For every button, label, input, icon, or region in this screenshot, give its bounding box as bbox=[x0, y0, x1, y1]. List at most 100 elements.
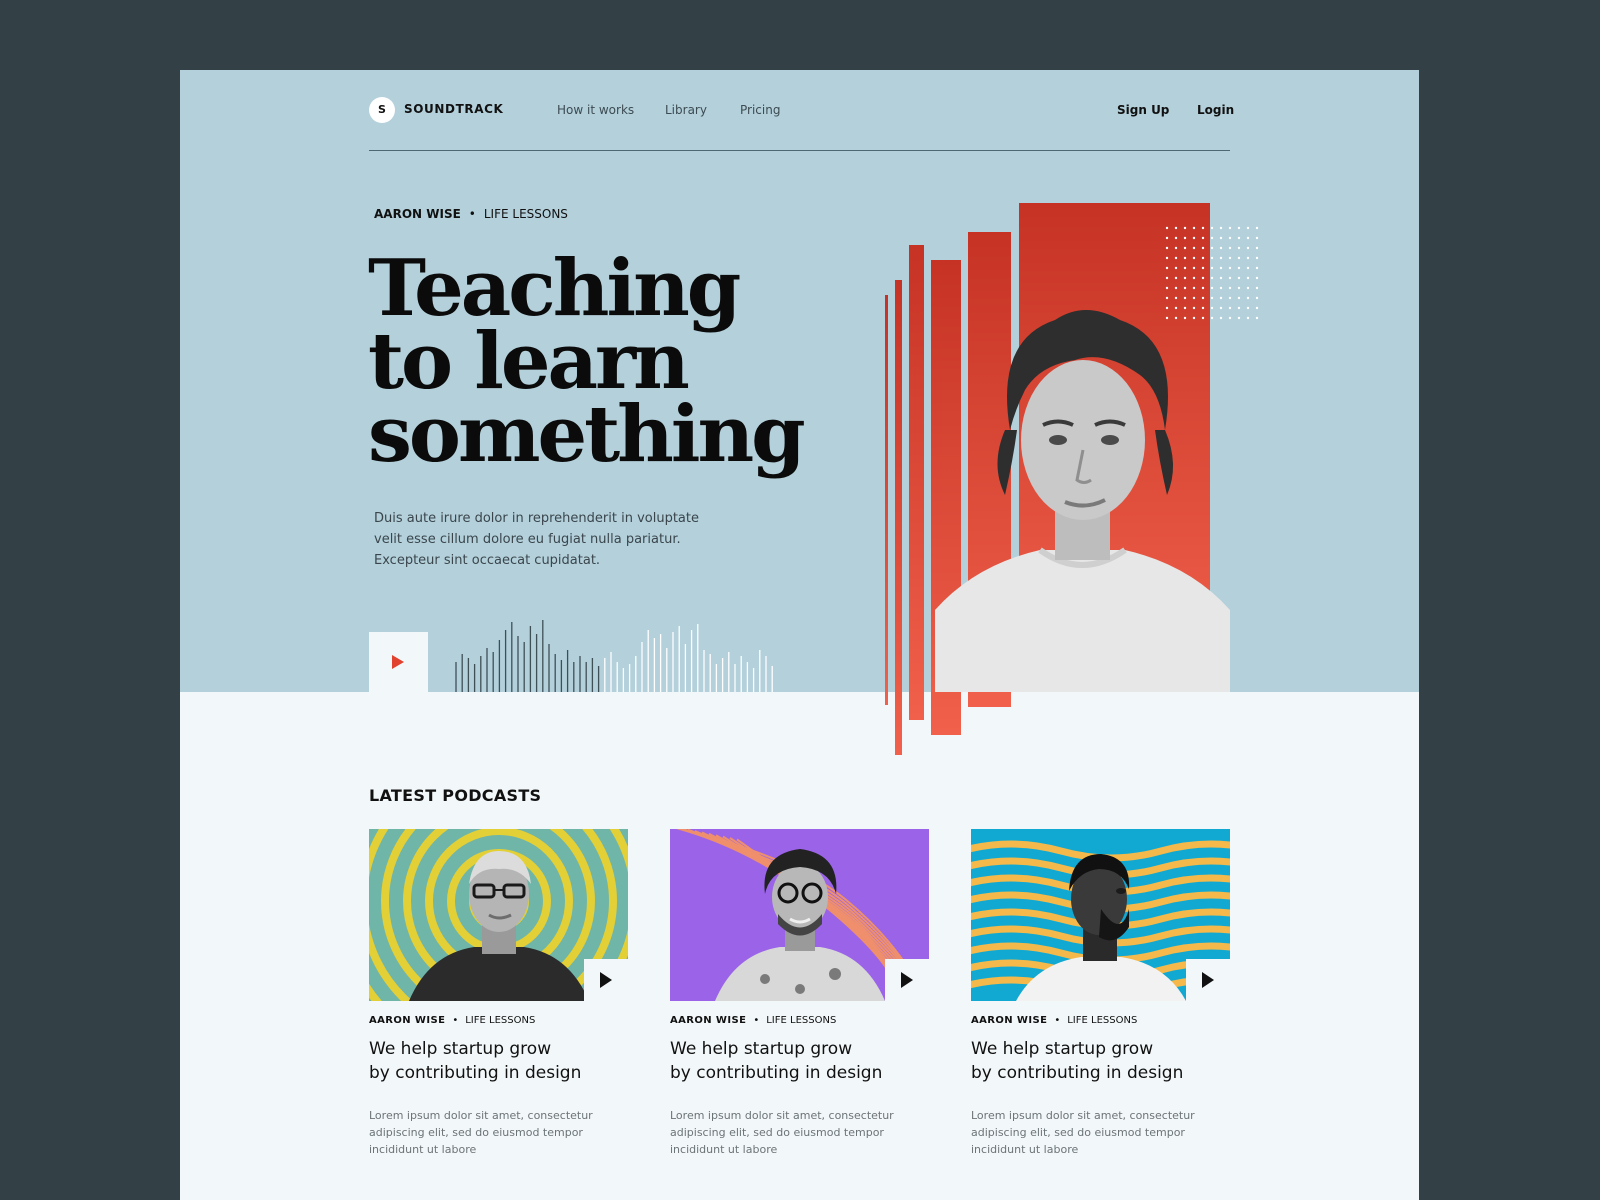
grid-dot bbox=[1183, 246, 1187, 250]
grid-dot bbox=[1228, 256, 1232, 260]
grid-dot bbox=[1237, 286, 1241, 290]
grid-dot bbox=[1201, 226, 1205, 230]
card-play-button[interactable] bbox=[584, 959, 628, 1001]
audio-waveform[interactable] bbox=[453, 610, 773, 692]
separator-dot: • bbox=[468, 207, 476, 221]
grid-dot bbox=[1183, 276, 1187, 280]
card-category[interactable]: LIFE LESSONS bbox=[766, 1015, 836, 1026]
card-author[interactable]: AARON WISE bbox=[971, 1015, 1047, 1026]
grid-dot bbox=[1246, 266, 1250, 270]
card-category[interactable]: LIFE LESSONS bbox=[1067, 1015, 1137, 1026]
grid-dot bbox=[1255, 316, 1259, 320]
nav-library[interactable]: Library bbox=[665, 103, 707, 117]
hero-category[interactable]: LIFE LESSONS bbox=[484, 207, 568, 221]
grid-dot bbox=[1165, 276, 1169, 280]
card-play-button[interactable] bbox=[1186, 959, 1230, 1001]
hero-title-line: something bbox=[368, 389, 806, 480]
grid-dot bbox=[1228, 266, 1232, 270]
grid-dot bbox=[1192, 236, 1196, 240]
grid-dot bbox=[1183, 256, 1187, 260]
grid-dot bbox=[1201, 246, 1205, 250]
hero-title-line: to learn bbox=[368, 316, 690, 407]
play-icon bbox=[901, 972, 913, 988]
grid-dot bbox=[1237, 276, 1241, 280]
grid-dot bbox=[1174, 266, 1178, 270]
card-description-line: Lorem ipsum dolor sit amet, consectetur bbox=[971, 1109, 1195, 1122]
card-category[interactable]: LIFE LESSONS bbox=[465, 1015, 535, 1026]
grid-dot bbox=[1174, 256, 1178, 260]
separator-dot: • bbox=[452, 1015, 459, 1026]
grid-dot bbox=[1246, 306, 1250, 310]
grid-dot bbox=[1255, 266, 1259, 270]
grid-dot bbox=[1183, 266, 1187, 270]
red-bar bbox=[885, 295, 888, 705]
grid-dot bbox=[1237, 246, 1241, 250]
card-play-button[interactable] bbox=[885, 959, 929, 1001]
grid-dot bbox=[1237, 266, 1241, 270]
grid-dot bbox=[1219, 256, 1223, 260]
grid-dot bbox=[1192, 256, 1196, 260]
card-author[interactable]: AARON WISE bbox=[369, 1015, 445, 1026]
grid-dot bbox=[1219, 246, 1223, 250]
grid-dot bbox=[1210, 276, 1214, 280]
grid-dot bbox=[1192, 266, 1196, 270]
grid-dot bbox=[1165, 256, 1169, 260]
grid-dot bbox=[1192, 276, 1196, 280]
grid-dot bbox=[1165, 266, 1169, 270]
grid-dot bbox=[1246, 276, 1250, 280]
hero-description: Duis aute irure dolor in reprehenderit i… bbox=[374, 508, 704, 571]
grid-dot bbox=[1219, 276, 1223, 280]
card-author[interactable]: AARON WISE bbox=[670, 1015, 746, 1026]
grid-dot bbox=[1201, 236, 1205, 240]
grid-dot bbox=[1165, 226, 1169, 230]
hero-title: Teaching to learn something bbox=[368, 250, 888, 480]
grid-dot bbox=[1201, 256, 1205, 260]
hero-description-line: velit esse cillum dolore eu fugiat nulla… bbox=[374, 532, 681, 547]
grid-dot bbox=[1255, 236, 1259, 240]
card-title-line: by contributing in design bbox=[971, 1063, 1184, 1083]
nav-how-it-works[interactable]: How it works bbox=[557, 103, 634, 117]
grid-dot bbox=[1255, 226, 1259, 230]
grid-dot bbox=[1183, 226, 1187, 230]
grid-dot bbox=[1183, 236, 1187, 240]
grid-dot bbox=[1255, 306, 1259, 310]
grid-dot bbox=[1228, 236, 1232, 240]
grid-dot bbox=[1210, 246, 1214, 250]
grid-dot bbox=[1210, 226, 1214, 230]
red-bar bbox=[895, 280, 902, 755]
grid-dot bbox=[1246, 286, 1250, 290]
sign-up-link[interactable]: Sign Up bbox=[1117, 103, 1169, 117]
card-title-line: by contributing in design bbox=[670, 1063, 883, 1083]
card-description: Lorem ipsum dolor sit amet, consectetur … bbox=[670, 1107, 929, 1158]
logo-text[interactable]: SOUNDTRACK bbox=[404, 102, 503, 116]
separator-dot: • bbox=[1054, 1015, 1061, 1026]
card-meta: AARON WISE • LIFE LESSONS bbox=[971, 1015, 1137, 1026]
host-portrait bbox=[935, 310, 1230, 692]
grid-dot bbox=[1246, 246, 1250, 250]
grid-dot bbox=[1237, 256, 1241, 260]
card-title[interactable]: We help startup grow by contributing in … bbox=[670, 1037, 929, 1085]
grid-dot bbox=[1219, 226, 1223, 230]
card-title[interactable]: We help startup grow by contributing in … bbox=[369, 1037, 628, 1085]
card-meta: AARON WISE • LIFE LESSONS bbox=[369, 1015, 535, 1026]
grid-dot bbox=[1174, 276, 1178, 280]
play-icon bbox=[600, 972, 612, 988]
card-description-line: incididunt ut labore bbox=[971, 1143, 1079, 1156]
hero-description-line: Duis aute irure dolor in reprehenderit i… bbox=[374, 511, 699, 526]
logo-mark[interactable]: S bbox=[369, 97, 395, 123]
login-link[interactable]: Login bbox=[1197, 103, 1234, 117]
card-title[interactable]: We help startup grow by contributing in … bbox=[971, 1037, 1230, 1085]
separator-dot: • bbox=[753, 1015, 760, 1026]
card-title-line: by contributing in design bbox=[369, 1063, 582, 1083]
grid-dot bbox=[1228, 246, 1232, 250]
grid-dot bbox=[1246, 256, 1250, 260]
section-title: LATEST PODCASTS bbox=[369, 786, 542, 805]
hero-author[interactable]: AARON WISE bbox=[374, 207, 461, 221]
play-icon bbox=[392, 655, 404, 669]
nav-pricing[interactable]: Pricing bbox=[740, 103, 780, 117]
hero-play-button[interactable] bbox=[369, 632, 428, 692]
grid-dot bbox=[1255, 286, 1259, 290]
card-meta: AARON WISE • LIFE LESSONS bbox=[670, 1015, 836, 1026]
grid-dot bbox=[1219, 266, 1223, 270]
card-title-line: We help startup grow bbox=[369, 1039, 552, 1059]
